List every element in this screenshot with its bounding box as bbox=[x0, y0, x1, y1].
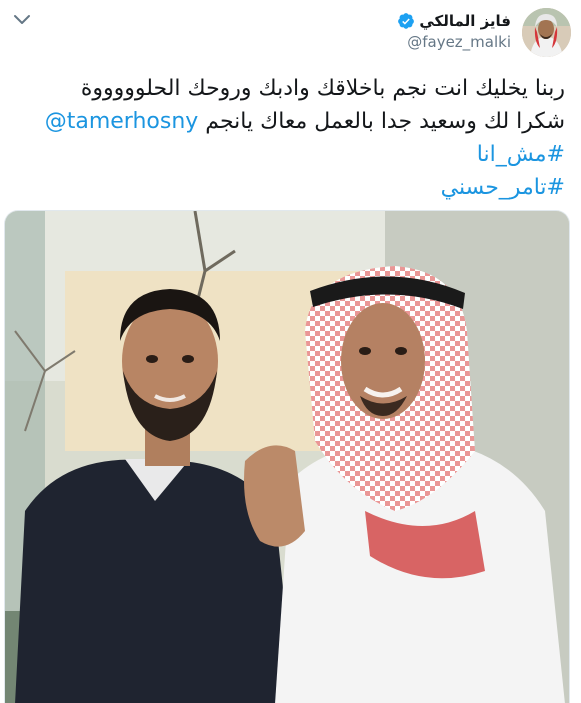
chevron-down-icon[interactable] bbox=[12, 12, 32, 28]
verified-badge-icon bbox=[397, 12, 415, 30]
user-handle[interactable]: @fayez_malki bbox=[397, 33, 511, 51]
hashtag-link-1[interactable]: #مش_انا bbox=[477, 142, 565, 167]
hashtag-link-2[interactable]: #تامر_حسني bbox=[441, 175, 565, 200]
user-names: فايز المالكي @fayez_malki bbox=[397, 12, 511, 51]
tweet-card: فايز المالكي @fayez_malki ربنا يخليك انت… bbox=[0, 0, 581, 703]
tweet-header: فايز المالكي @fayez_malki bbox=[10, 4, 571, 60]
tweet-line-1: ربنا يخليك انت نجم باخلاقك وادبك وروحك ا… bbox=[80, 76, 565, 101]
tweet-text: ربنا يخليك انت نجم باخلاقك وادبك وروحك ا… bbox=[16, 72, 565, 204]
display-name[interactable]: فايز المالكي bbox=[419, 12, 511, 30]
mention-link[interactable]: @tamerhosny bbox=[45, 109, 199, 134]
hashtag-line-2: #تامر_حسني bbox=[16, 171, 565, 204]
hashtag-line-1: #مش_انا bbox=[16, 138, 565, 171]
avatar[interactable] bbox=[522, 8, 571, 57]
tweet-line-2: شكرا لك وسعيد جدا بالعمل معاك يانجم @tam… bbox=[16, 105, 565, 138]
tweet-photo[interactable] bbox=[4, 210, 570, 703]
tweet-line-2-text: شكرا لك وسعيد جدا بالعمل معاك يانجم bbox=[205, 109, 565, 134]
